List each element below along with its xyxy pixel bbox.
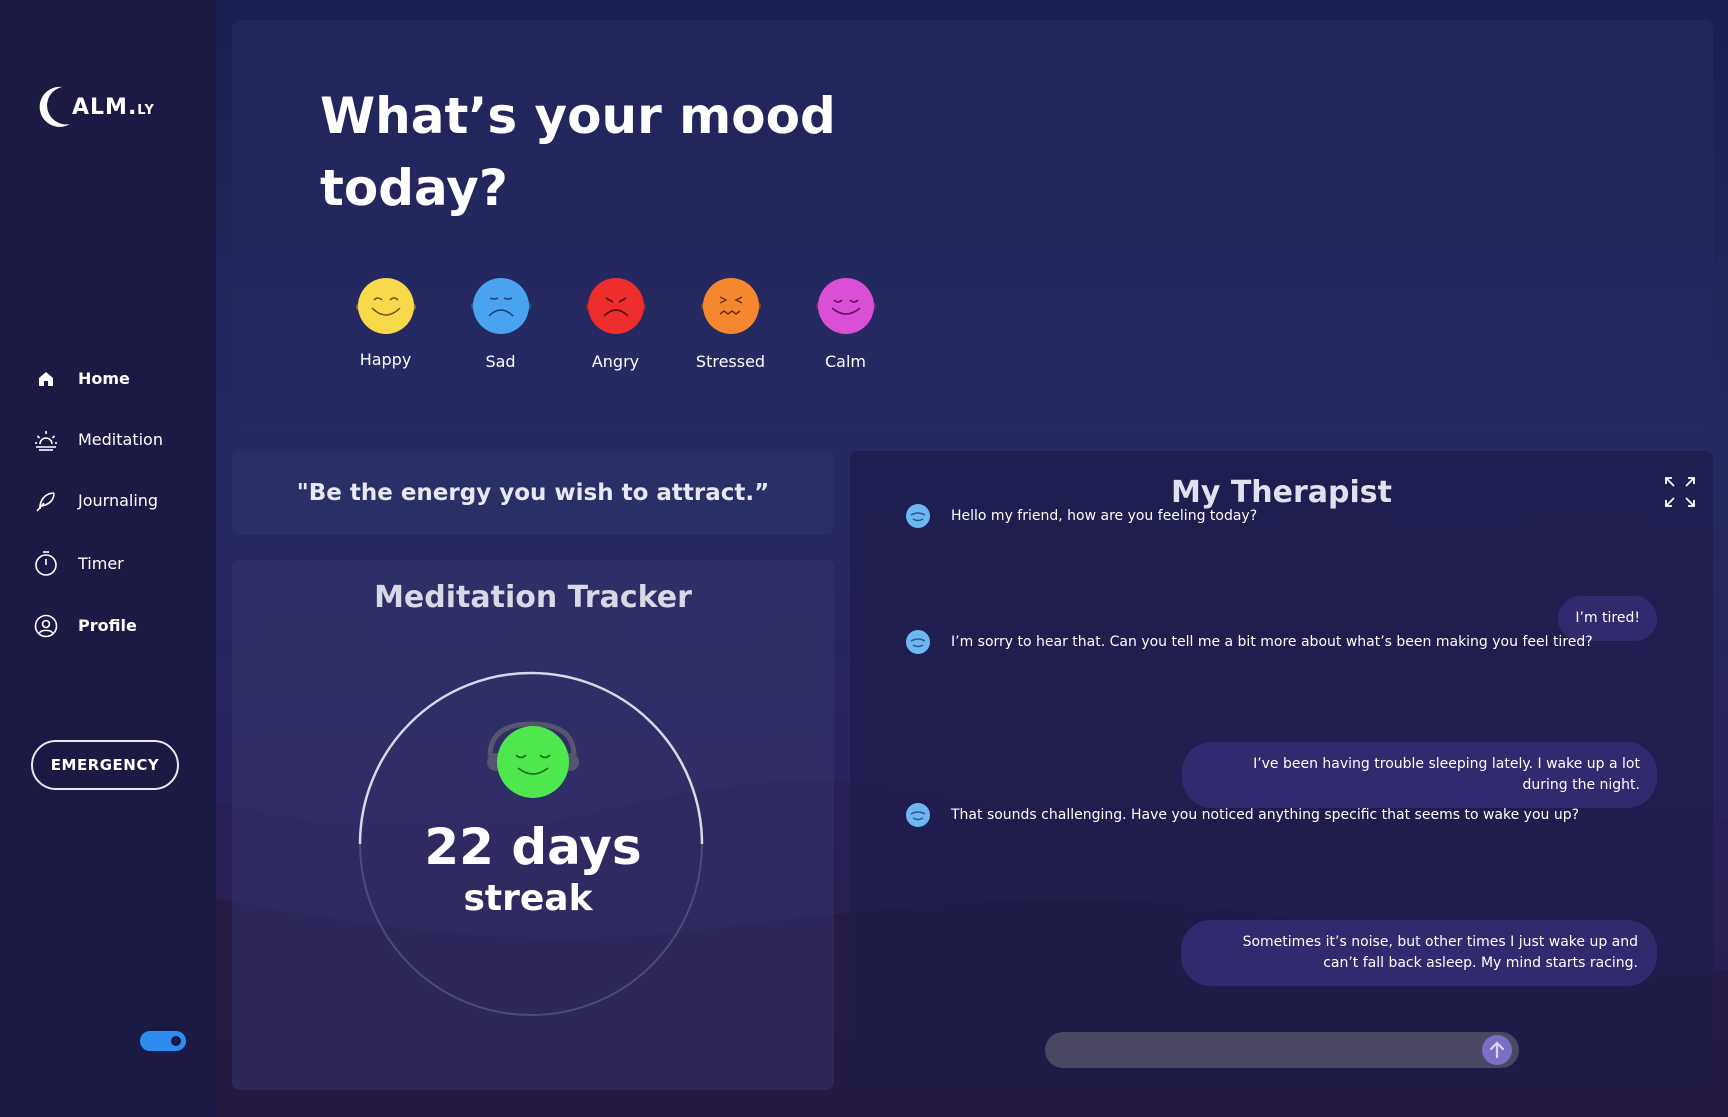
happy-face-icon (355, 278, 416, 334)
logo[interactable]: ALM.LY (36, 84, 155, 130)
angry-face-icon (585, 278, 646, 334)
therapist-message: I’m sorry to hear that. Can you tell me … (905, 629, 1593, 655)
feather-icon (34, 489, 58, 513)
moon-logo-icon (39, 86, 70, 127)
sidebar-item-label: Timer (78, 553, 124, 573)
quote-panel: "Be the energy you wish to attract.” (232, 451, 834, 535)
mood-label: Stressed (695, 352, 766, 371)
sidebar-item-label: Journaling (78, 491, 159, 510)
mood-option-sad[interactable]: Sad (443, 274, 558, 371)
mood-label: Calm (824, 352, 866, 371)
therapist-chat-panel: My Therapist Hello my friend, how are yo… (850, 451, 1713, 1087)
therapist-message: That sounds challenging. Have you notice… (905, 802, 1579, 828)
sidebar-item-timer[interactable]: Timer (34, 531, 163, 595)
sidebar-nav: Home Meditation Journaling Timer Profile (34, 348, 163, 656)
message-text: That sounds challenging. Have you notice… (951, 807, 1580, 823)
expand-icon[interactable] (1663, 475, 1697, 509)
stressed-face-icon (700, 278, 761, 334)
logo-text: ALM.LY (72, 94, 155, 120)
therapist-message: Hello my friend, how are you feeling tod… (905, 503, 1257, 529)
sidebar-item-meditation[interactable]: Meditation (34, 409, 163, 470)
timer-icon (34, 551, 58, 576)
mood-title: What’s your mood today? (320, 87, 836, 217)
theme-toggle[interactable] (140, 1031, 186, 1051)
toggle-knob (168, 1033, 184, 1049)
mood-options: Happy Sad Angry Stressed Calm (328, 274, 903, 371)
message-text: Hello my friend, how are you feeling tod… (951, 508, 1258, 524)
sidebar-item-home[interactable]: Home (34, 348, 163, 409)
arrow-up-icon (1489, 1041, 1505, 1059)
streak-value: 22 days (424, 818, 642, 876)
sidebar-item-label: Meditation (78, 430, 163, 449)
user-message: Sometimes it’s noise, but other times I … (1181, 920, 1657, 986)
mood-panel: What’s your mood today? Happy Sad Angry … (232, 20, 1713, 432)
mood-option-calm[interactable]: Calm (788, 274, 903, 371)
therapist-avatar-icon (906, 504, 930, 528)
emergency-button[interactable]: EMERGENCY (31, 740, 179, 790)
mood-option-happy[interactable]: Happy (328, 274, 443, 371)
mood-option-angry[interactable]: Angry (558, 274, 673, 371)
sidebar-item-label: Profile (78, 616, 137, 635)
sidebar-item-label: Home (78, 369, 130, 388)
sidebar: ALM.LY Home Meditation Journaling Timer (0, 0, 216, 1117)
sad-face-icon (470, 278, 531, 334)
sidebar-item-journaling[interactable]: Journaling (34, 470, 163, 531)
chat-input[interactable] (1045, 1032, 1519, 1068)
meditation-tracker-panel: Meditation Tracker 22 days streak (232, 560, 834, 1090)
mood-option-stressed[interactable]: Stressed (673, 274, 788, 371)
headphones-face-icon (487, 721, 579, 798)
calm-face-icon (815, 278, 876, 334)
send-button[interactable] (1482, 1035, 1512, 1065)
user-circle-icon (34, 614, 58, 638)
user-message: I’ve been having trouble sleeping lately… (1182, 742, 1657, 808)
mood-label: Angry (591, 352, 640, 371)
mood-label: Sad (485, 352, 516, 371)
sunrise-icon (34, 428, 58, 452)
sidebar-item-profile[interactable]: Profile (34, 595, 163, 656)
home-icon (34, 367, 58, 391)
therapist-avatar-icon (906, 803, 930, 827)
streak-label: streak (463, 878, 593, 919)
therapist-avatar-icon (906, 630, 930, 654)
daily-quote: "Be the energy you wish to attract.” (296, 480, 770, 506)
mood-label: Happy (359, 350, 412, 369)
message-text: I’m sorry to hear that. Can you tell me … (951, 634, 1593, 650)
